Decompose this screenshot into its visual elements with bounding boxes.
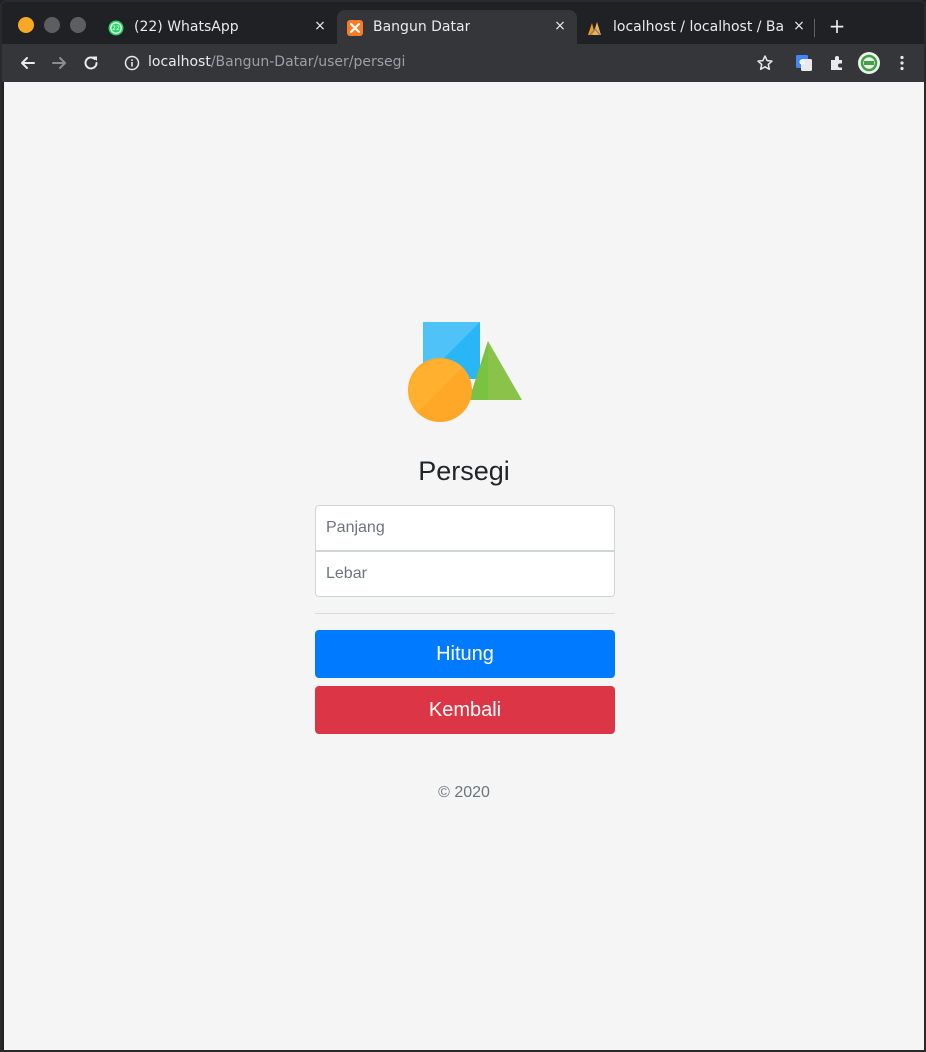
kembali-button[interactable]: Kembali [315,686,615,734]
tab-whatsapp[interactable]: 22 (22) WhatsApp × [98,10,336,44]
tab-phpmyadmin[interactable]: localhost / localhost / Bangun × [577,10,807,44]
forward-icon[interactable] [49,53,69,73]
info-icon[interactable] [124,55,140,71]
reload-icon[interactable] [81,53,101,73]
menu-icon[interactable] [892,53,912,73]
browser-window: 22 (22) WhatsApp × Bangun Datar × localh… [0,0,926,1052]
svg-text:G: G [799,59,805,67]
translate-icon[interactable]: G [794,53,814,73]
lebar-input[interactable] [315,551,615,597]
close-tab-icon[interactable]: × [312,18,328,34]
star-icon[interactable] [755,53,775,73]
form-divider [315,613,615,614]
tab-title: localhost / localhost / Bangun [613,19,783,35]
new-tab-button[interactable]: + [827,16,847,36]
whatsapp-icon: 22 [108,20,124,36]
extensions-icon[interactable] [827,53,847,73]
url-host: localhost [148,54,211,70]
window-maximize-button[interactable] [70,17,86,33]
page-title: Persegi [418,456,510,486]
tab-separator [814,19,815,37]
window-close-button[interactable] [18,17,34,33]
profile-icon[interactable] [857,51,881,75]
xampp-icon [347,20,363,36]
phpmyadmin-icon [588,22,601,36]
address-bar[interactable]: localhost/Bangun-Datar/user/persegi [120,51,780,75]
tab-strip: 22 (22) WhatsApp × Bangun Datar × localh… [2,2,924,44]
back-icon[interactable] [18,53,38,73]
browser-toolbar: localhost/Bangun-Datar/user/persegi G [2,44,924,82]
tab-title: (22) WhatsApp [134,19,239,35]
whatsapp-badge: 22 [112,25,120,32]
copyright-footer: © 2020 [438,784,490,801]
url-text: localhost/Bangun-Datar/user/persegi [148,54,405,70]
page-content: Persegi Hitung Kembali © 2020 [4,82,924,1050]
url-path: /Bangun-Datar/user/persegi [210,54,406,70]
shapes-logo-icon [408,322,522,422]
hitung-button[interactable]: Hitung [315,630,615,678]
persegi-form: Hitung Kembali [315,505,615,734]
tab-title: Bangun Datar [373,19,471,35]
close-tab-icon[interactable]: × [552,18,568,34]
panjang-input[interactable] [315,505,615,551]
close-tab-icon[interactable]: × [791,18,807,34]
tab-bangun-datar[interactable]: Bangun Datar × [337,10,577,44]
window-minimize-button[interactable] [44,17,60,33]
